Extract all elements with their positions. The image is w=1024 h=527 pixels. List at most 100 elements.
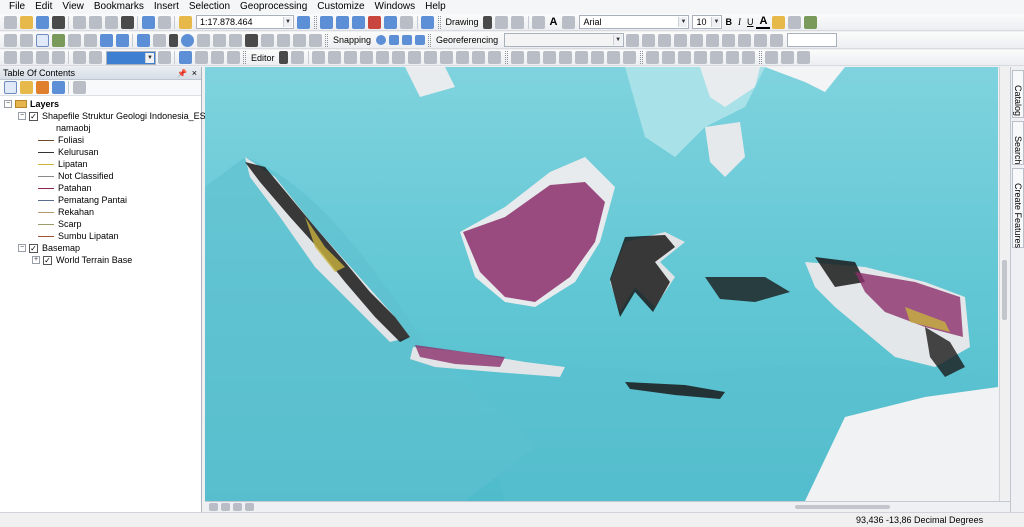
flip-icon[interactable] bbox=[721, 33, 735, 47]
python-window-icon[interactable] bbox=[384, 15, 397, 29]
basemap-visibility-checkbox[interactable]: ✓ bbox=[29, 243, 38, 253]
arctoolbox-icon[interactable] bbox=[368, 15, 381, 29]
reshape-icon[interactable] bbox=[392, 51, 406, 64]
layout-page-icon[interactable] bbox=[178, 51, 192, 64]
bold-button[interactable]: B bbox=[722, 17, 735, 27]
text-tool-icon[interactable]: A bbox=[547, 16, 561, 28]
legend-class-row[interactable]: Not Classified bbox=[0, 170, 201, 182]
end-snapping-icon[interactable] bbox=[388, 35, 399, 45]
basemap-group-row[interactable]: − ✓ Basemap bbox=[0, 242, 201, 254]
select-elements-icon[interactable] bbox=[168, 33, 178, 47]
font-size-combo[interactable]: 10 ▼ bbox=[692, 15, 723, 29]
list-by-source-icon[interactable] bbox=[19, 81, 33, 94]
menu-geoprocessing[interactable]: Geoprocessing bbox=[235, 0, 312, 14]
edit-vertices-icon[interactable] bbox=[561, 15, 575, 29]
auto-registration-icon[interactable] bbox=[705, 33, 719, 47]
copy-icon[interactable] bbox=[88, 15, 102, 29]
tool-m-icon[interactable] bbox=[575, 51, 589, 64]
menu-customize[interactable]: Customize bbox=[312, 0, 369, 14]
font-name-combo[interactable]: Arial ▼ bbox=[579, 15, 690, 29]
find-icon[interactable] bbox=[244, 33, 258, 47]
legend-class-row[interactable]: Sumbu Lipatan bbox=[0, 230, 201, 242]
table-of-contents-icon[interactable] bbox=[320, 15, 333, 29]
vertex-snapping-icon[interactable] bbox=[401, 35, 412, 45]
tool-u-icon[interactable] bbox=[710, 51, 724, 64]
options-icon[interactable] bbox=[72, 81, 86, 94]
legend-class-row[interactable]: Pematang Pantai bbox=[0, 194, 201, 206]
line-color-icon[interactable] bbox=[787, 15, 801, 29]
delete-icon[interactable] bbox=[120, 15, 134, 29]
refresh-icon[interactable] bbox=[232, 503, 242, 511]
identify-icon[interactable] bbox=[180, 33, 194, 47]
tab-create-features[interactable]: Create Features bbox=[1012, 168, 1024, 248]
zoom-in-icon[interactable] bbox=[3, 33, 17, 47]
viewer-icon[interactable] bbox=[689, 33, 703, 47]
map-canvas[interactable] bbox=[205, 67, 998, 501]
time-slider-icon[interactable] bbox=[292, 33, 306, 47]
drawing-menu[interactable]: Drawing bbox=[443, 17, 482, 27]
measure-icon[interactable] bbox=[228, 33, 242, 47]
shapefile-layer-row[interactable]: − ✓ Shapefile Struktur Geologi Indonesia… bbox=[0, 110, 220, 122]
html-popup-icon[interactable] bbox=[212, 33, 226, 47]
layers-group-row[interactable]: − Layers bbox=[0, 98, 201, 110]
tool-x-icon[interactable] bbox=[765, 51, 779, 64]
scale-combo[interactable]: 1:17.878.464 ▼ bbox=[196, 15, 294, 29]
save-icon[interactable] bbox=[35, 15, 49, 29]
edit-vertices-tool-icon[interactable] bbox=[376, 51, 390, 64]
paste-icon[interactable] bbox=[104, 15, 118, 29]
create-features-icon[interactable] bbox=[488, 51, 502, 64]
menu-help[interactable]: Help bbox=[420, 0, 451, 14]
map-view[interactable] bbox=[205, 67, 998, 501]
tool-d-icon[interactable] bbox=[88, 51, 102, 64]
search-window-icon[interactable] bbox=[352, 15, 365, 29]
tool-f-icon[interactable] bbox=[194, 51, 208, 64]
fixed-zoom-out-icon[interactable] bbox=[83, 33, 97, 47]
reset-icon[interactable] bbox=[769, 33, 783, 47]
select-elements-icon[interactable] bbox=[483, 15, 493, 29]
legend-class-row[interactable]: Kelurusan bbox=[0, 146, 201, 158]
tab-catalog[interactable]: Catalog bbox=[1012, 70, 1024, 118]
add-control-points-icon[interactable] bbox=[657, 33, 671, 47]
tool-g-icon[interactable] bbox=[210, 51, 224, 64]
tool-z-icon[interactable] bbox=[797, 51, 811, 64]
point-icon[interactable] bbox=[360, 51, 374, 64]
scrollbar-thumb[interactable] bbox=[1002, 260, 1007, 320]
expand-icon[interactable]: + bbox=[32, 256, 40, 264]
clear-selection-icon[interactable] bbox=[152, 33, 166, 47]
map-vertical-scrollbar[interactable] bbox=[999, 67, 1010, 501]
rotate-right-icon[interactable] bbox=[753, 33, 767, 47]
georef-layer-combo[interactable]: ▼ bbox=[504, 33, 625, 47]
menu-edit[interactable]: Edit bbox=[30, 0, 57, 14]
collapse-icon[interactable]: − bbox=[4, 100, 12, 108]
data-view-icon[interactable] bbox=[19, 51, 33, 64]
pause-drawing-icon[interactable] bbox=[244, 503, 254, 511]
map-horizontal-scrollbar[interactable] bbox=[795, 505, 890, 509]
tool-n-icon[interactable] bbox=[591, 51, 605, 64]
menu-insert[interactable]: Insert bbox=[149, 0, 184, 14]
end-point-arc-icon[interactable] bbox=[328, 51, 342, 64]
fill-color-icon[interactable] bbox=[771, 15, 785, 29]
tool-i-icon[interactable] bbox=[511, 51, 525, 64]
rotate-left-icon[interactable] bbox=[737, 33, 751, 47]
shift-tool-icon[interactable] bbox=[641, 33, 655, 47]
rotate-feature-icon[interactable] bbox=[440, 51, 454, 64]
go-to-xy-icon[interactable] bbox=[276, 33, 290, 47]
split-icon[interactable] bbox=[424, 51, 438, 64]
snapping-menu[interactable]: Snapping bbox=[330, 35, 374, 45]
tool-y-icon[interactable] bbox=[781, 51, 795, 64]
attributes-icon[interactable] bbox=[456, 51, 470, 64]
tool-l-icon[interactable] bbox=[559, 51, 573, 64]
print-icon[interactable] bbox=[51, 15, 65, 29]
world-terrain-visibility-checkbox[interactable]: ✓ bbox=[43, 255, 52, 265]
close-icon[interactable]: × bbox=[192, 67, 197, 80]
view-link-table-icon[interactable] bbox=[673, 33, 687, 47]
straight-segment-icon[interactable] bbox=[312, 51, 326, 64]
tool-q-icon[interactable] bbox=[646, 51, 660, 64]
undo-icon[interactable] bbox=[141, 15, 155, 29]
menu-view[interactable]: View bbox=[57, 0, 89, 14]
italic-button[interactable]: I bbox=[735, 17, 744, 27]
georeferencing-menu[interactable]: Georeferencing bbox=[433, 35, 501, 45]
rotate-icon[interactable] bbox=[495, 15, 509, 29]
list-by-visibility-icon[interactable] bbox=[35, 81, 49, 94]
georef-input-field[interactable] bbox=[787, 33, 838, 47]
